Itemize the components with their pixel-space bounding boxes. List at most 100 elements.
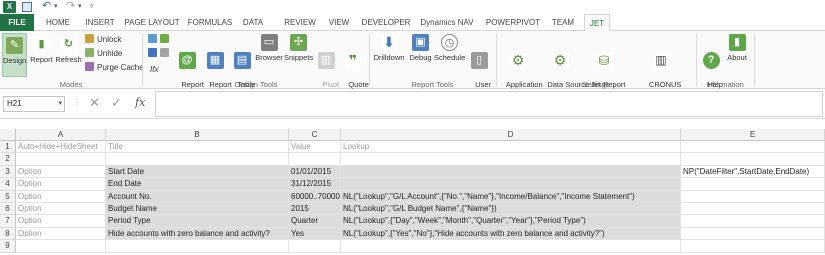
cell-c1[interactable]: Value: [289, 141, 341, 154]
cell-d3[interactable]: [341, 165, 681, 179]
snippets-button[interactable]: ✣ Snippets: [284, 34, 313, 78]
name-box[interactable]: H21 ▾: [3, 96, 65, 112]
cell-a5[interactable]: Option: [16, 190, 106, 203]
cell-d5[interactable]: NL("Lookup","G/L Account",{"No.","Name"}…: [341, 190, 681, 203]
application-settings-button[interactable]: ⚙ Application Settings: [498, 34, 543, 98]
tab-review[interactable]: REVIEW: [282, 14, 318, 31]
cell-c5[interactable]: 60000..70000: [289, 190, 341, 203]
drilldown-button[interactable]: ⬇ Drilldown: [371, 34, 407, 78]
cell-a2[interactable]: [16, 153, 106, 166]
function-button[interactable]: Ifx: [150, 64, 158, 75]
cell-e9[interactable]: [681, 240, 825, 253]
tab-jet[interactable]: JET: [584, 14, 610, 32]
cell-c9[interactable]: [289, 240, 341, 253]
save-icon[interactable]: [22, 2, 32, 12]
browser-button[interactable]: ▭ Browser: [255, 34, 283, 78]
undo-dropdown-icon[interactable]: ▾: [54, 1, 58, 13]
column-header-c[interactable]: C: [289, 129, 341, 141]
cell-a4[interactable]: Option: [16, 178, 106, 191]
pivot-table-button[interactable]: ▥ Pivot Table ▾: [314, 34, 339, 98]
cell-e8[interactable]: [681, 227, 825, 241]
cancel-icon[interactable]: ✕: [89, 96, 100, 110]
tab-formulas[interactable]: FORMULAS: [186, 14, 234, 31]
jet-report-connection-button[interactable]: ⛁ Jet Report Connection ▾: [581, 34, 627, 98]
filter-icon[interactable]: [160, 48, 169, 57]
tab-data[interactable]: DATA: [240, 14, 266, 31]
quote-button[interactable]: ❞ Quote ▾: [340, 34, 369, 98]
row-header[interactable]: 4: [0, 178, 16, 191]
row-header[interactable]: 9: [0, 240, 16, 253]
cell-c6[interactable]: 2015: [289, 203, 341, 216]
cell-a7[interactable]: Option: [16, 215, 106, 228]
purge-cache-button[interactable]: Purge Cache: [85, 62, 144, 73]
cell-a8[interactable]: Option: [16, 227, 106, 241]
data-source-settings-button[interactable]: ⚙ Data Source Settings: [539, 34, 589, 98]
table-icon[interactable]: [160, 34, 169, 43]
cell-e3[interactable]: NP("DateFilter",StartDate,EndDate): [681, 165, 825, 179]
cell-d1[interactable]: Lookup: [341, 141, 681, 154]
row-header[interactable]: 1: [0, 141, 16, 154]
redo-dropdown-icon[interactable]: ▾: [78, 1, 82, 13]
cell-b2[interactable]: [106, 153, 289, 166]
column-header-a[interactable]: A: [16, 129, 106, 141]
cell-b4[interactable]: End Date: [106, 178, 289, 191]
formula-input[interactable]: [155, 91, 823, 117]
cell-e4[interactable]: [681, 178, 825, 191]
cell-b1[interactable]: Title: [106, 141, 289, 154]
cell-b3[interactable]: Start Date: [106, 165, 289, 179]
design-mode-button[interactable]: ✎ Design: [2, 33, 27, 77]
cell-c4[interactable]: 31/12/2015: [289, 178, 341, 191]
table-builder-button[interactable]: ▤ Table Builder: [229, 34, 255, 98]
row-header[interactable]: 6: [0, 203, 16, 216]
cell-c2[interactable]: [289, 153, 341, 166]
cell-b5[interactable]: Account No.: [106, 190, 289, 203]
cell-d2[interactable]: [341, 153, 681, 166]
tab-file[interactable]: FILE: [0, 14, 34, 31]
row-header[interactable]: 2: [0, 153, 16, 166]
cell-d4[interactable]: [341, 178, 681, 191]
row-header[interactable]: 5: [0, 190, 16, 203]
cell-b7[interactable]: Period Type: [106, 215, 289, 228]
column-header-e[interactable]: E: [681, 129, 825, 141]
tab-home[interactable]: HOME: [38, 14, 78, 31]
tab-insert[interactable]: INSERT: [80, 14, 120, 31]
cell-d7[interactable]: NL("Lookup",{"Day","Week","Month","Quart…: [341, 215, 681, 228]
cell-a3[interactable]: Option: [16, 165, 106, 179]
enter-icon[interactable]: ✓: [111, 96, 122, 110]
row-header[interactable]: 3: [0, 165, 16, 179]
about-button[interactable]: ▮ About: [724, 34, 750, 78]
tab-powerpivot[interactable]: POWERPIVOT: [484, 14, 542, 31]
cell-c7[interactable]: Quarter: [289, 215, 341, 228]
cell-d6[interactable]: NL("Lookup","G/L Budget Name",{"Name"}): [341, 203, 681, 216]
unlock-button[interactable]: Unlock: [85, 34, 121, 45]
row-header[interactable]: 7: [0, 215, 16, 228]
unhide-button[interactable]: Unhide: [85, 48, 122, 59]
cell-a6[interactable]: Option: [16, 203, 106, 216]
cell-e5[interactable]: [681, 190, 825, 203]
cell-e6[interactable]: [681, 203, 825, 216]
cell-e7[interactable]: [681, 215, 825, 228]
schedule-button[interactable]: ◷ Schedule: [434, 34, 465, 78]
undo-icon[interactable]: ↶: [42, 0, 51, 12]
report-builder-button[interactable]: ▦ Report Builder: [201, 34, 232, 98]
customize-qat-icon[interactable]: ▿: [90, 1, 94, 13]
select-all-corner[interactable]: [0, 129, 16, 141]
cell-b8[interactable]: Hide accounts with zero balance and acti…: [106, 227, 289, 241]
debug-button[interactable]: ▣ Debug: [407, 34, 434, 78]
cell-a9[interactable]: [16, 240, 106, 253]
cell-a1[interactable]: Auto+Hide+HideSheet: [16, 141, 106, 154]
chevron-down-icon[interactable]: ▾: [58, 97, 62, 111]
cell-b6[interactable]: Budget Name: [106, 203, 289, 216]
cell-e1[interactable]: [681, 141, 825, 154]
cell-d8[interactable]: NL("Lookup",{"Yes","No"},"Hide accounts …: [341, 227, 681, 241]
tab-page-layout[interactable]: PAGE LAYOUT: [122, 14, 182, 31]
list-icon[interactable]: [148, 48, 157, 57]
tab-view[interactable]: VIEW: [326, 14, 352, 31]
tab-developer[interactable]: DEVELOPER: [360, 14, 412, 31]
tab-dynamics-nav[interactable]: Dynamics NAV: [418, 14, 476, 31]
company-selector-button[interactable]: ▥ CRONUS International Ltd. ▾: [628, 34, 694, 98]
cell-b9[interactable]: [106, 240, 289, 253]
cell-e2[interactable]: [681, 153, 825, 166]
insert-function-icon[interactable]: fx: [135, 96, 145, 110]
column-header-d[interactable]: D: [341, 129, 681, 141]
